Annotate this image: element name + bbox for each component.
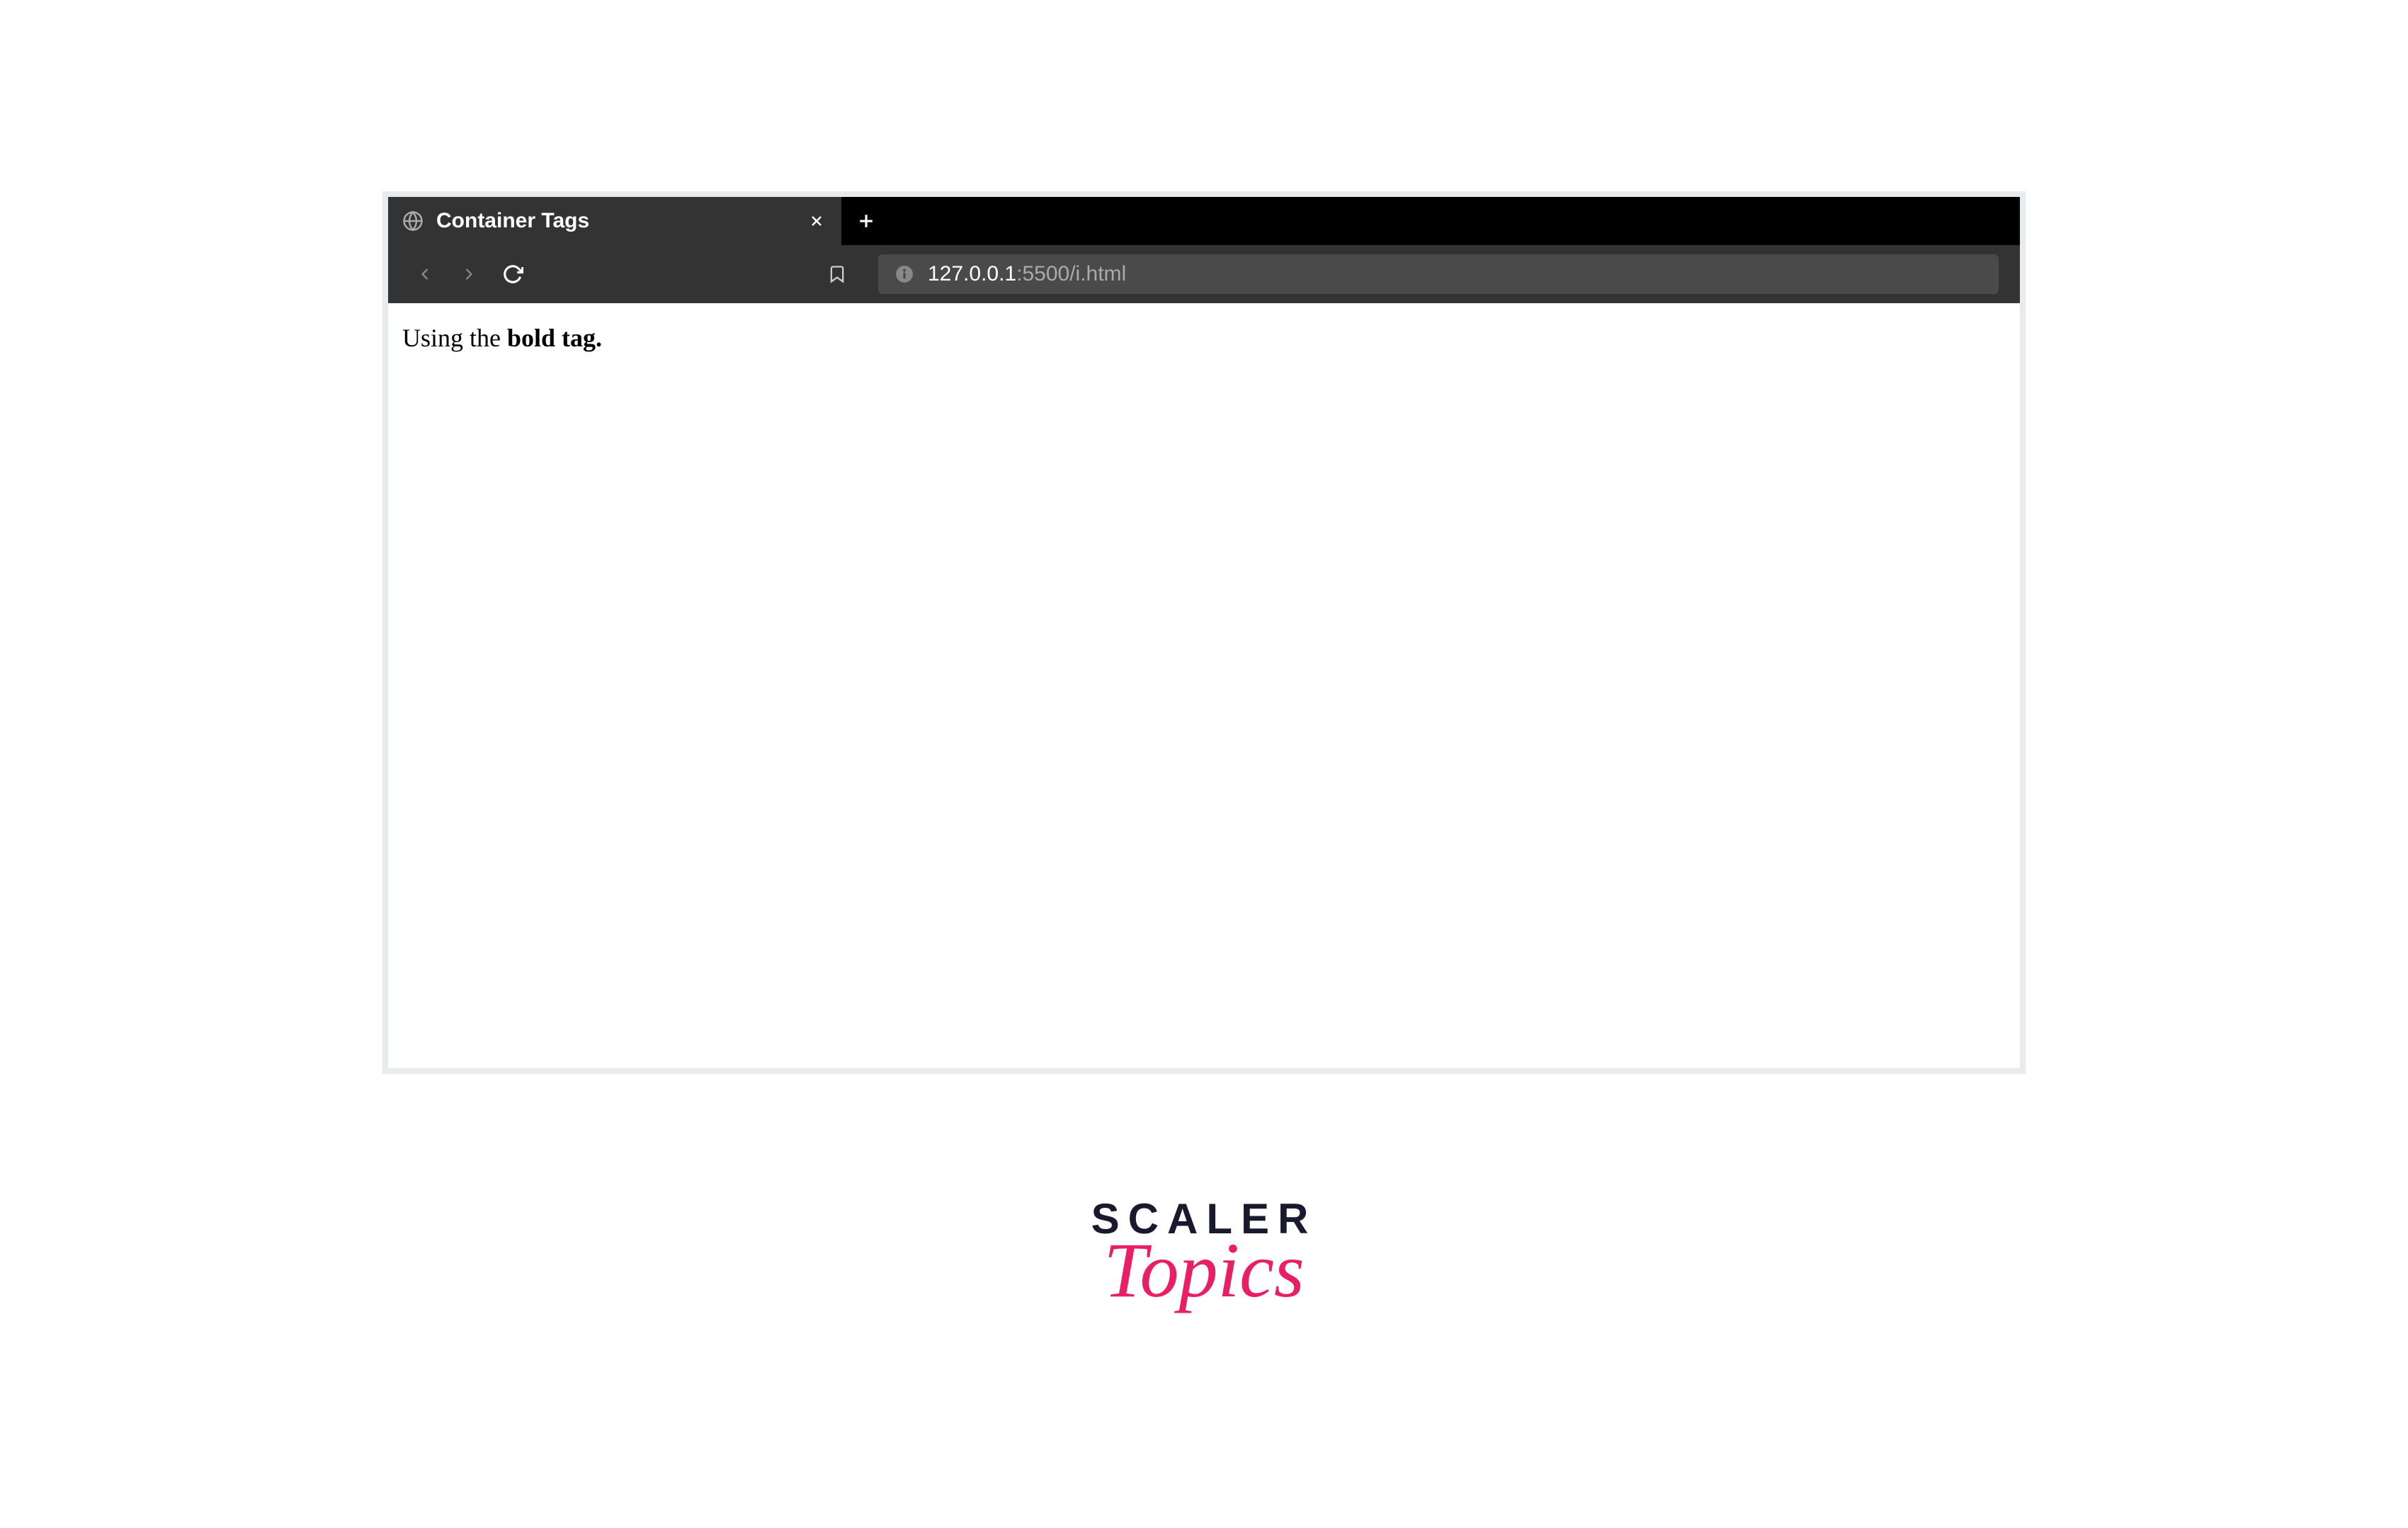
url-display: 127.0.0.1:5500/i.html <box>928 262 1126 286</box>
scaler-logo: SCALER Topics <box>1091 1194 1317 1315</box>
nav-buttons <box>414 263 524 285</box>
page-content: Using the bold tag. <box>388 303 2020 1068</box>
text-bold: bold tag. <box>507 324 602 352</box>
info-icon <box>895 265 914 283</box>
new-tab-button[interactable] <box>841 210 891 232</box>
url-host: 127.0.0.1 <box>928 262 1016 285</box>
page-paragraph: Using the bold tag. <box>402 323 2006 353</box>
tab-title: Container Tags <box>436 209 793 233</box>
tab-bar: Container Tags <box>388 197 2020 245</box>
back-button[interactable] <box>414 263 436 285</box>
browser-window: Container Tags <box>382 191 2026 1074</box>
url-path: :5500/i.html <box>1016 262 1126 285</box>
browser-tab[interactable]: Container Tags <box>388 197 841 245</box>
close-icon[interactable] <box>806 210 827 232</box>
topics-brand-text: Topics <box>1103 1226 1304 1315</box>
address-bar[interactable]: 127.0.0.1:5500/i.html <box>878 254 1999 294</box>
text-prefix: Using the <box>402 324 507 352</box>
reload-button[interactable] <box>501 263 524 285</box>
globe-icon <box>402 210 424 232</box>
browser-toolbar: 127.0.0.1:5500/i.html <box>388 245 2020 303</box>
bookmark-icon[interactable] <box>826 263 848 285</box>
forward-button[interactable] <box>458 263 480 285</box>
toolbar-left <box>409 263 863 285</box>
